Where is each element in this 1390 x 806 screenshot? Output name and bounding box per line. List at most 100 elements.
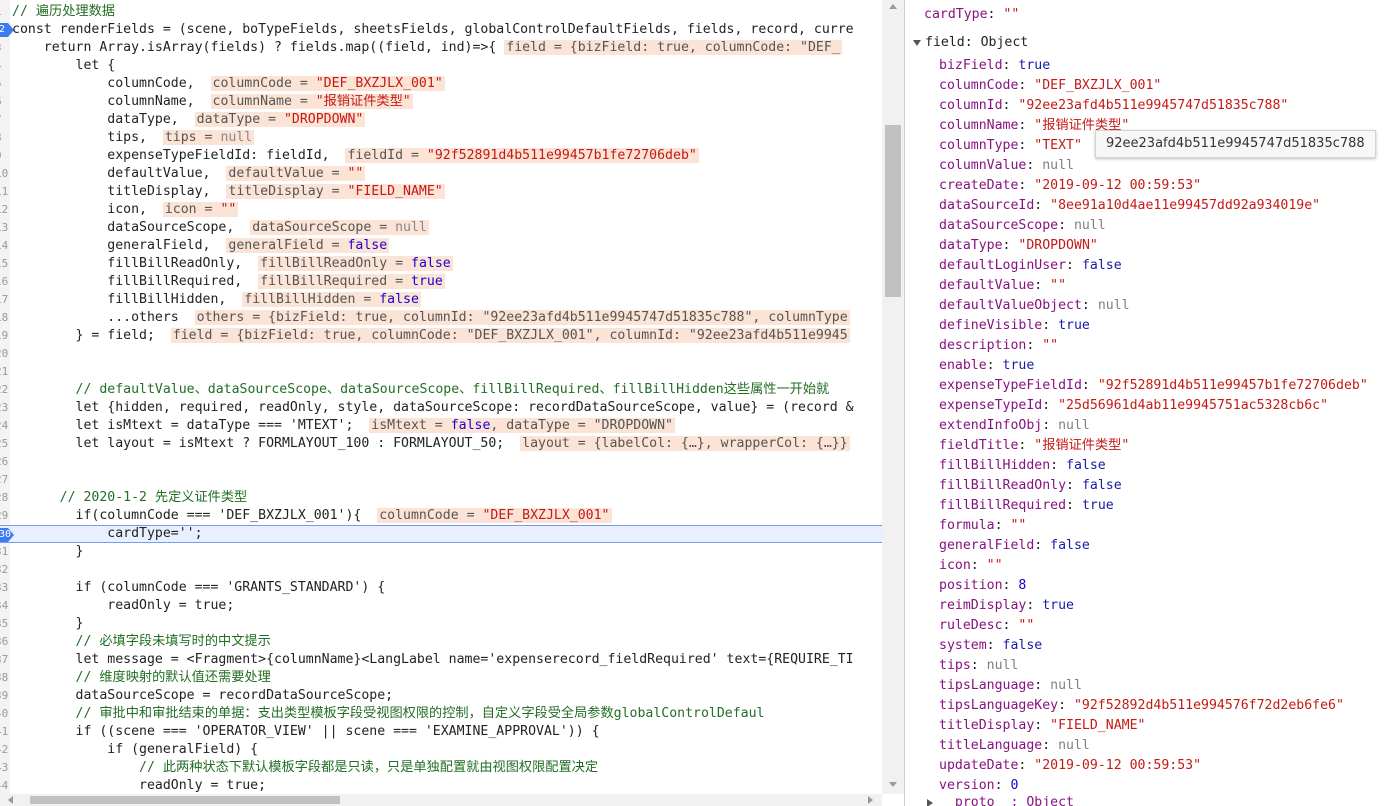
scope-property[interactable]: updateDate: "2019-09-12 00:59:53" [939, 756, 1201, 776]
inline-value-hint[interactable]: generalField = false [226, 238, 390, 253]
line-number[interactable]: 39 [0, 687, 9, 705]
inline-value-hint[interactable]: layout = {labelCol: {…}, wrapperCol: {…}… [520, 436, 850, 451]
inline-value-hint[interactable]: columnName = "报销证件类型" [210, 94, 413, 109]
scope-property[interactable]: expenseTypeId: "25d56961d4ab11e9945751ac… [939, 396, 1328, 416]
scope-property[interactable]: columnValue: null [939, 156, 1074, 176]
line-number[interactable]: 5 [0, 75, 9, 93]
code-line[interactable]: 14 generalField, generalField = false [0, 237, 882, 255]
scope-property[interactable]: fillBillHidden: false [939, 456, 1106, 476]
collapse-triangle-icon[interactable] [927, 799, 933, 806]
scope-property[interactable]: generalField: false [939, 536, 1090, 556]
inline-value-hint[interactable]: titleDisplay = "FIELD_NAME" [226, 184, 445, 199]
code-line[interactable]: 36 // 必填字段未填写时的中文提示 [0, 633, 882, 651]
line-number[interactable]: 40 [0, 705, 9, 723]
line-number[interactable]: 16 [0, 273, 9, 291]
scope-property[interactable]: titleDisplay: "FIELD_NAME" [939, 716, 1145, 736]
scroll-down-arrow-icon[interactable] [889, 782, 897, 787]
scope-property[interactable]: expenseTypeFieldId: "92f52891d4b511e9945… [939, 376, 1368, 396]
line-number[interactable]: 9 [0, 147, 9, 165]
code-line[interactable]: 13 dataSourceScope, dataSourceScope = nu… [0, 219, 882, 237]
scope-property[interactable]: titleLanguage: null [939, 736, 1090, 756]
inline-value-hint[interactable]: field = {bizField: true, columnCode: "DE… [170, 328, 850, 343]
code-line[interactable]: 25 let layout = isMtext ? FORMLAYOUT_100… [0, 435, 882, 453]
inline-value-hint[interactable]: field = {bizField: true, columnCode: "DE… [504, 40, 842, 55]
scope-property[interactable]: formula: "" [939, 516, 1026, 536]
code-line[interactable]: 18 ...others others = {bizField: true, c… [0, 309, 882, 327]
inline-value-hint[interactable]: icon = "" [162, 202, 239, 217]
scope-property[interactable]: tipsLanguage: null [939, 676, 1082, 696]
line-number[interactable]: 12 [0, 201, 9, 219]
code-line[interactable]: 43 // 此两种状态下默认模板字段都是只读，只是单独配置就由视图权限配置决定 [0, 759, 882, 777]
code-line[interactable]: 3 return Array.isArray(fields) ? fields.… [0, 39, 882, 57]
code-line[interactable]: 7 dataType, dataType = "DROPDOWN" [0, 111, 882, 129]
code-line[interactable]: 29 if(columnCode === 'DEF_BXZJLX_001'){ … [0, 507, 882, 525]
code-line[interactable]: 5 columnCode, columnCode = "DEF_BXZJLX_0… [0, 75, 882, 93]
code-line[interactable]: 40 // 审批中和审批结束的单据：支出类型模板字段受视图权限的控制，自定义字段… [0, 705, 882, 723]
inline-value-hint[interactable]: others = {bizField: true, columnId: "92e… [194, 310, 850, 325]
line-number[interactable]: 21 [0, 363, 9, 381]
code-line[interactable]: 41 if ((scene === 'OPERATOR_VIEW' || sce… [0, 723, 882, 741]
code-line[interactable]: 19 } = field; field = {bizField: true, c… [0, 327, 882, 345]
scope-property[interactable]: description: "" [939, 336, 1058, 356]
line-number[interactable]: 6 [0, 93, 9, 111]
inline-value-hint[interactable]: defaultValue = "" [226, 166, 366, 181]
code-line[interactable]: 16 fillBillRequired, fillBillRequired = … [0, 273, 882, 291]
code-line[interactable]: 34 readOnly = true; [0, 597, 882, 615]
scope-property[interactable]: columnCode: "DEF_BXZJLX_001" [939, 76, 1161, 96]
code-line[interactable]: 4 let { [0, 57, 882, 75]
source-editor[interactable]: 1// 遍历处理数据22const renderFields = (scene,… [0, 0, 904, 806]
code-line[interactable]: 11 titleDisplay, titleDisplay = "FIELD_N… [0, 183, 882, 201]
vertical-scroll-thumb[interactable] [885, 125, 901, 297]
scope-property[interactable]: dataSourceId: "8ee91a10d4ae11e99457dd92a… [939, 196, 1320, 216]
line-number[interactable]: 35 [0, 615, 9, 633]
code-line[interactable]: 22 // defaultValue、dataSourceScope、dataS… [0, 381, 882, 399]
code-line[interactable]: 1// 遍历处理数据 [0, 3, 882, 21]
code-line[interactable]: 42 if (generalField) { [0, 741, 882, 759]
code-line[interactable]: 38 // 维度映射的默认值还需要处理 [0, 669, 882, 687]
inline-value-hint[interactable]: dataSourceScope = null [250, 220, 429, 235]
scroll-right-arrow-icon[interactable] [868, 796, 873, 804]
line-number[interactable]: 11 [0, 183, 9, 201]
scope-property[interactable]: extendInfoObj: null [939, 416, 1090, 436]
line-number[interactable]: 17 [0, 291, 9, 309]
scope-object-field[interactable]: field: Object [913, 33, 1028, 53]
line-number[interactable]: 37 [0, 651, 9, 669]
line-number[interactable]: 29 [0, 507, 9, 525]
scope-property[interactable]: tips: null [939, 656, 1018, 676]
code-line[interactable]: 12 icon, icon = "" [0, 201, 882, 219]
editor-vertical-scrollbar[interactable] [882, 0, 904, 794]
scope-property[interactable]: dataSourceScope: null [939, 216, 1106, 236]
inline-value-hint[interactable]: fillBillRequired = true [258, 274, 445, 289]
line-number[interactable]: 8 [0, 129, 9, 147]
code-line[interactable]: 37 let message = <Fragment>{columnName}<… [0, 651, 882, 669]
line-number[interactable]: 42 [0, 741, 9, 759]
line-number[interactable]: 36 [0, 633, 9, 651]
code-line[interactable]: 27 [0, 471, 882, 489]
line-number[interactable]: 3 [0, 39, 9, 57]
scope-property[interactable]: reimDisplay: true [939, 596, 1074, 616]
line-number[interactable]: 13 [0, 219, 9, 237]
line-number[interactable]: 4 [0, 57, 9, 75]
inline-value-hint[interactable]: fillBillHidden = false [242, 292, 421, 307]
horizontal-scroll-thumb[interactable] [30, 796, 340, 804]
code-line[interactable]: 26 [0, 453, 882, 471]
line-number[interactable]: 24 [0, 417, 9, 435]
line-number[interactable]: 41 [0, 723, 9, 741]
inline-value-hint[interactable]: dataType = "DROPDOWN" [194, 112, 366, 127]
line-number[interactable]: 44 [0, 777, 9, 794]
line-number[interactable]: 19 [0, 327, 9, 345]
scroll-up-arrow-icon[interactable] [889, 4, 897, 9]
code-line[interactable]: 17 fillBillHidden, fillBillHidden = fals… [0, 291, 882, 309]
line-number[interactable]: 20 [0, 345, 9, 363]
code-line[interactable]: 10 defaultValue, defaultValue = "" [0, 165, 882, 183]
inline-value-hint[interactable]: tips = null [162, 130, 255, 145]
line-number[interactable]: 14 [0, 237, 9, 255]
line-number[interactable]: 33 [0, 579, 9, 597]
code-line[interactable]: 28 // 2020-1-2 先定义证件类型 [0, 489, 882, 507]
line-number[interactable]: 10 [0, 165, 9, 183]
code-line[interactable]: 31 } [0, 543, 882, 561]
inline-value-hint[interactable]: fieldId = "92f52891d4b511e99457b1fe72706… [345, 148, 699, 163]
line-number[interactable]: 18 [0, 309, 9, 327]
scope-property[interactable]: createDate: "2019-09-12 00:59:53" [939, 176, 1201, 196]
inline-value-hint[interactable]: columnCode = "DEF_BXZJLX_001" [210, 76, 445, 91]
